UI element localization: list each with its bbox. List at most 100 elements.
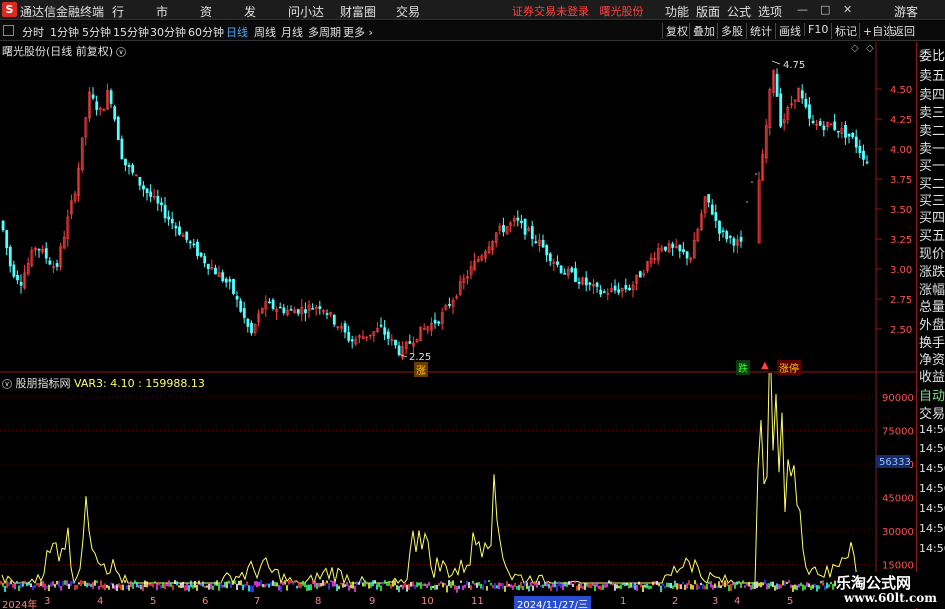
candle-body: [775, 73, 779, 97]
candle-body: [113, 106, 117, 120]
period-tab-5min[interactable]: 5分钟: [82, 24, 111, 40]
noise-mark: [720, 585, 722, 589]
candle-body: [8, 246, 12, 267]
tool-back[interactable]: 返回: [889, 23, 915, 39]
noise-mark: [446, 585, 448, 593]
menu-item-xuanxiang[interactable]: 选项: [758, 3, 782, 20]
quote-xianjia[interactable]: 现价: [919, 243, 945, 262]
quote-buy5[interactable]: 买五: [919, 225, 945, 244]
candle-body: [192, 243, 196, 246]
month-label: 4: [97, 596, 104, 607]
noise-mark: [0, 580, 2, 585]
noise-mark: [20, 581, 22, 589]
candle-body: [671, 243, 675, 248]
quote-zongliang[interactable]: 总量: [919, 296, 945, 315]
noise-mark: [756, 581, 758, 589]
noise-mark: [240, 580, 242, 586]
period-tab-30min[interactable]: 30分钟: [150, 24, 186, 40]
candle-body: [246, 318, 250, 327]
auto-toggle[interactable]: 自动: [919, 385, 945, 404]
quote-weibi[interactable]: 委比: [919, 45, 945, 64]
noise-mark: [624, 583, 626, 587]
quote-sell3[interactable]: 卖三: [919, 102, 945, 121]
minimize-icon[interactable]: —: [797, 3, 808, 16]
quote-buy1[interactable]: 买一: [919, 155, 945, 174]
tool-tongji[interactable]: 统计: [746, 23, 772, 39]
noise-mark: [778, 584, 780, 590]
period-tab-weekly[interactable]: 周线: [254, 24, 276, 40]
noise-mark: [242, 584, 244, 591]
quote-sell2[interactable]: 卖二: [919, 120, 945, 139]
menu-item-gongneng[interactable]: 功能: [665, 3, 689, 20]
tool-fuquan[interactable]: 复权: [662, 23, 688, 39]
candle-body: [394, 339, 397, 346]
price-axis-label: 3.50: [890, 205, 912, 216]
noise-mark: [478, 582, 480, 586]
noise-mark: [210, 583, 212, 589]
menu-item-caifuquan[interactable]: 财富圈: [340, 3, 376, 20]
noise-mark: [136, 582, 138, 588]
quote-waipan[interactable]: 外盘: [919, 314, 945, 333]
period-tab-monthly[interactable]: 月线: [281, 24, 303, 40]
noise-mark: [138, 584, 140, 588]
noise-mark: [670, 582, 672, 589]
trade-label[interactable]: 交易: [919, 403, 945, 422]
login-notice[interactable]: 证券交易未登录 曙光股份: [512, 3, 644, 19]
guest-login[interactable]: 游客: [894, 3, 918, 20]
menu-item-jiaoyi[interactable]: 交易: [396, 3, 420, 20]
period-tab-60min[interactable]: 60分钟: [188, 24, 224, 40]
tool-huaxian[interactable]: 画线: [775, 23, 801, 39]
quote-zhangdie[interactable]: 涨跌: [919, 261, 945, 280]
noise-mark: [510, 584, 512, 588]
noise-mark: [360, 580, 362, 584]
period-tab-daily[interactable]: 日线: [226, 24, 248, 40]
noise-mark: [628, 583, 630, 589]
period-tab-fenshi[interactable]: 分时: [22, 24, 44, 40]
tool-f10[interactable]: F10: [804, 23, 828, 36]
quote-sell4[interactable]: 卖四: [919, 84, 945, 103]
noise-mark: [512, 585, 514, 590]
noise-mark: [174, 580, 176, 585]
period-tab-more[interactable]: 更多 ›: [343, 24, 373, 40]
noise-mark: [564, 581, 566, 587]
noise-mark: [570, 580, 572, 586]
tool-biaoji[interactable]: 标记: [831, 23, 857, 39]
quote-sell5[interactable]: 卖五: [919, 65, 945, 84]
menu-item-banmian[interactable]: 版面: [696, 3, 720, 20]
price-axis-label: 3.00: [890, 265, 912, 276]
noise-mark: [22, 582, 24, 587]
quote-shouyi[interactable]: 收益: [919, 366, 945, 385]
candlestick-chart[interactable]: 4.50 4.25 4.00 3.75 3.50 3.25 3.00 2.75 2.50 4.7…: [0, 42, 916, 373]
indicator-chart[interactable]: 900007500060000450003000015000 56333: [0, 373, 916, 596]
noise-mark: [338, 585, 340, 590]
noise-mark: [588, 582, 590, 588]
noise-mark: [426, 584, 428, 588]
noise-mark: [288, 580, 290, 585]
tool-diejia[interactable]: 叠加: [689, 23, 715, 39]
noise-mark: [712, 584, 714, 590]
noise-mark: [742, 580, 744, 583]
candle-body: [602, 291, 606, 293]
tool-duogu[interactable]: 多股: [717, 23, 743, 39]
noise-mark: [462, 585, 464, 591]
period-tab-multi[interactable]: 多周期: [308, 24, 341, 40]
noise-mark: [326, 580, 328, 584]
close-icon[interactable]: ✕: [843, 3, 852, 16]
noise-mark: [332, 580, 334, 587]
noise-mark: [300, 583, 302, 588]
panel-toggle-icon[interactable]: [3, 25, 14, 36]
period-tab-15min[interactable]: 15分钟: [113, 24, 149, 40]
noise-mark: [806, 582, 808, 587]
candle-body: [196, 241, 199, 257]
candle-body: [19, 281, 23, 286]
restore-icon[interactable]: □: [820, 3, 830, 16]
noise-mark: [616, 584, 618, 589]
candle-body: [325, 313, 329, 315]
menu-item-wenxiaoda[interactable]: 问小达: [288, 3, 324, 20]
period-tab-1min[interactable]: 1分钟: [50, 24, 79, 40]
menu-item-gongshi[interactable]: 公式: [727, 3, 751, 20]
noise-mark: [340, 582, 342, 585]
noise-mark: [154, 581, 156, 584]
noise-mark: [94, 580, 96, 586]
quote-buy4[interactable]: 买四: [919, 207, 945, 226]
